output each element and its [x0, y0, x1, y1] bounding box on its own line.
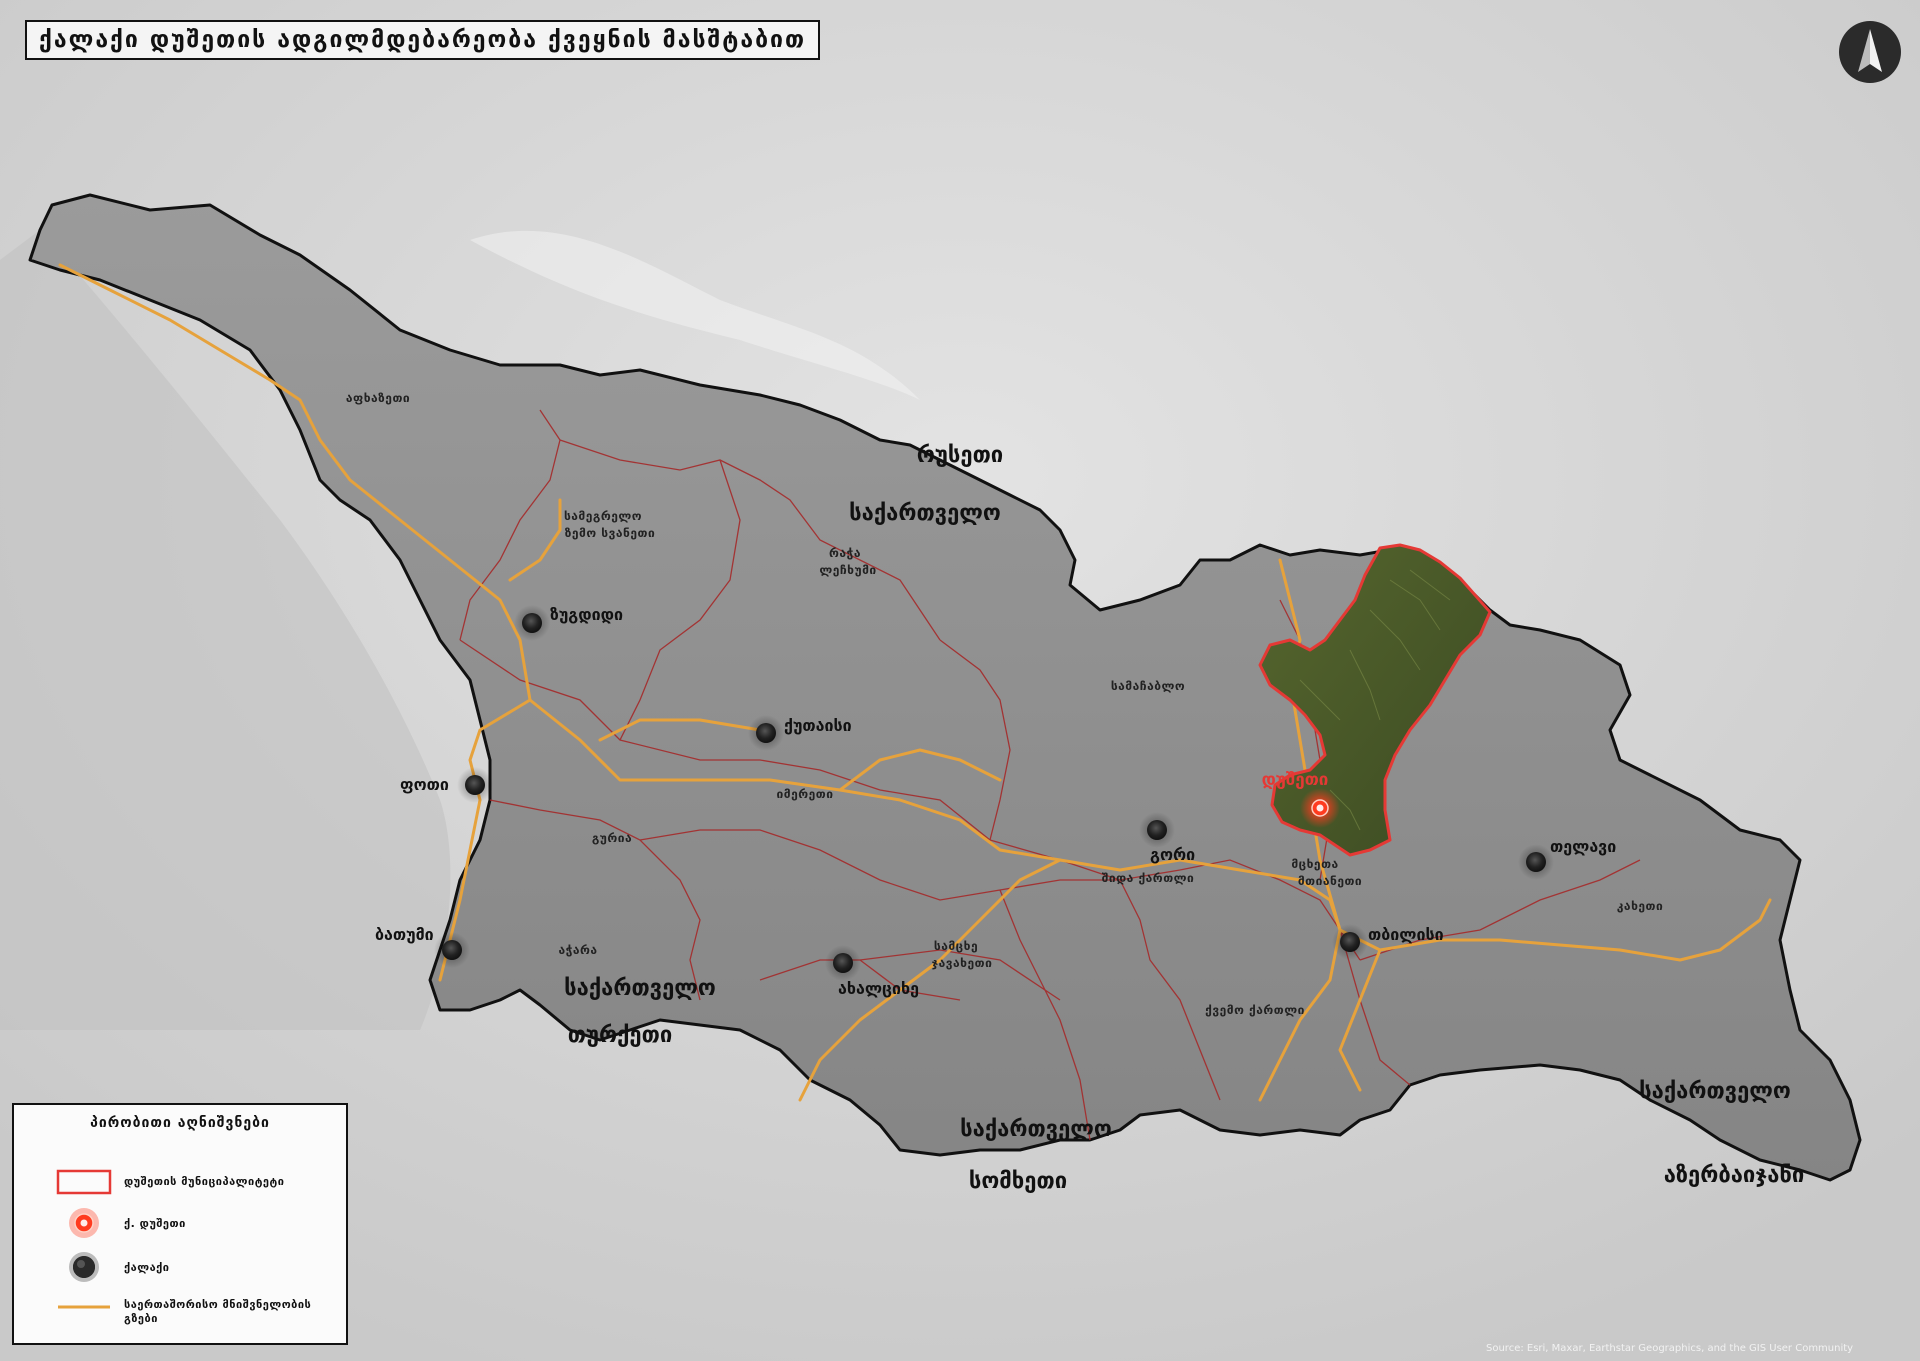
- label-azerbaijan: აზერბაიჯანი: [1664, 1163, 1805, 1188]
- legend-title: პირობითი აღნიშვნები: [90, 1115, 270, 1131]
- north-arrow-icon: [1839, 21, 1901, 83]
- map-title: ქალაქი დუშეთის ადგილმდებარეობა ქვეყნის მ…: [25, 20, 821, 60]
- region-mtskheta-1: მცხეთა: [1291, 857, 1338, 871]
- city-label: ქუთაისი: [784, 716, 852, 735]
- legend-city-label: ქალაქი: [124, 1261, 170, 1274]
- legend-dusheti-symbol: [69, 1208, 99, 1238]
- region-imereti: იმერეთი: [777, 787, 834, 801]
- region-samtskhe-1: სამცხე: [934, 939, 978, 953]
- region-samtskhe-2: ჯავახეთი: [932, 956, 993, 970]
- city-label: ფოთი: [400, 775, 449, 794]
- legend-municipality-symbol: [56, 1169, 112, 1195]
- label-georgia-north: საქართველო: [849, 501, 1001, 526]
- region-kvemo-kartli: ქვემო ქართლი: [1205, 1003, 1305, 1017]
- region-samegrelo-2: ზემო სვანეთი: [565, 526, 655, 540]
- region-abkhazia: აფხაზეთი: [346, 391, 410, 405]
- label-armenia: სომხეთი: [969, 1169, 1067, 1194]
- label-russia: რუსეთი: [917, 443, 1003, 468]
- legend-municipality-label: დუშეთის მუნიციპალიტეტი: [124, 1175, 285, 1188]
- city-dot: [1147, 820, 1167, 840]
- city-dot: [465, 775, 485, 795]
- region-samachablo: სამაჩაბლო: [1111, 679, 1185, 693]
- region-racha-1: რაჭა: [829, 546, 861, 560]
- label-turkey: თურქეთი: [568, 1023, 672, 1048]
- city-label: ახალციხე: [838, 979, 919, 998]
- region-kakheti: კახეთი: [1617, 899, 1664, 913]
- region-mtskheta-2: მთიანეთი: [1298, 874, 1362, 888]
- label-georgia-se: საქართველო: [1639, 1079, 1791, 1104]
- city-dot: [756, 723, 776, 743]
- legend-city-symbol: [69, 1252, 99, 1282]
- city-dot: [442, 940, 462, 960]
- region-guria: გურია: [592, 831, 632, 845]
- city-dot: [1526, 852, 1546, 872]
- city-dot: [1340, 932, 1360, 952]
- city-label: ბათუმი: [375, 925, 434, 944]
- city-dot: [522, 613, 542, 633]
- label-georgia-south: საქართველო: [960, 1117, 1112, 1142]
- legend-road-symbol: [58, 1305, 110, 1309]
- region-ajara: აჭარა: [558, 943, 597, 957]
- city-label: ზუგდიდი: [550, 605, 623, 624]
- city-label: თელავი: [1550, 837, 1616, 856]
- legend-road-label: საერთაშორისო მნიშვნელობის გზები: [124, 1298, 312, 1325]
- label-georgia-sw: საქართველო: [564, 976, 716, 1001]
- city-dot: [833, 953, 853, 973]
- map-title-text: ქალაქი დუშეთის ადგილმდებარეობა ქვეყნის მ…: [39, 27, 807, 53]
- legend-dusheti-label: ქ. დუშეთი: [124, 1217, 186, 1230]
- region-samegrelo-1: სამეგრელო: [564, 509, 642, 523]
- city-label-dusheti: დუშეთი: [1262, 770, 1329, 790]
- map-attribution: Source: Esri, Maxar, Earthstar Geographi…: [1486, 1343, 1854, 1354]
- city-label: თბილისი: [1368, 925, 1444, 944]
- region-racha-2: ლეჩხუმი: [819, 563, 876, 577]
- city-label: გორი: [1150, 845, 1195, 864]
- map-legend: პირობითი აღნიშვნები დუშეთის მუნიციპალიტე…: [12, 1103, 348, 1345]
- region-shida-kartli: შიდა ქართლი: [1102, 871, 1195, 885]
